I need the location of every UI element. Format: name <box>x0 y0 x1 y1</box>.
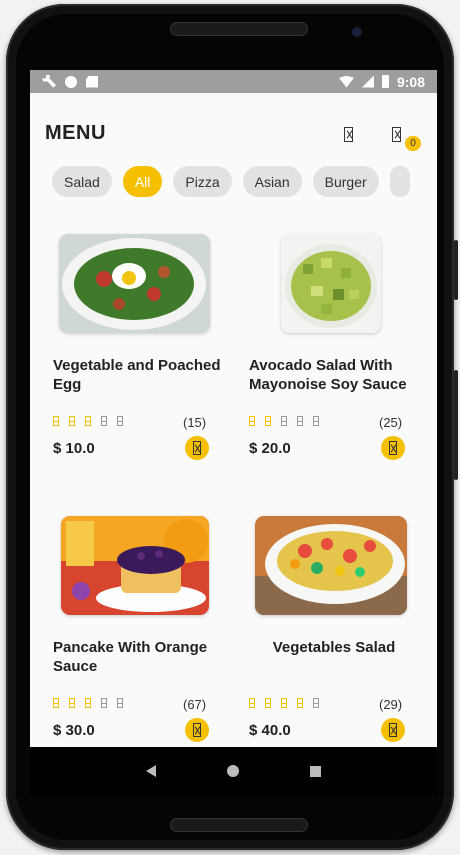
home-icon[interactable] <box>226 765 239 777</box>
app-header: MENU 0 <box>30 93 437 155</box>
rating-stars <box>249 416 319 426</box>
star-icon <box>281 698 287 708</box>
wifi-icon <box>338 75 354 88</box>
category-chip-salad[interactable]: Salad <box>52 166 112 197</box>
star-icon <box>85 416 91 426</box>
product-image-avocado-salad[interactable] <box>281 234 381 333</box>
page-title: MENU <box>45 122 106 144</box>
rating-stars <box>249 698 319 708</box>
star-icon <box>297 698 303 708</box>
system-nav-bar <box>30 747 437 795</box>
product-card[interactable]: Avocado Salad With Mayonoise Soy Sauce (… <box>249 234 429 484</box>
category-chip-pizza[interactable]: Pizza <box>173 166 232 197</box>
product-price: $ 30.0 <box>53 722 95 739</box>
product-name: Vegetable and Poached Egg <box>53 357 221 393</box>
add-to-cart-button[interactable] <box>381 718 405 742</box>
cart-icon <box>193 441 201 455</box>
app-screen: 9:08 MENU 0 Salad All Pizza Asian Burger <box>30 70 437 747</box>
review-count: (15) <box>183 415 207 430</box>
category-chip-all[interactable]: All <box>122 166 163 197</box>
star-icon <box>281 416 287 426</box>
rating-stars <box>53 698 123 708</box>
sd-card-icon <box>86 75 98 88</box>
cart-icon <box>389 723 397 737</box>
cart-icon <box>389 441 397 455</box>
category-chips: Salad All Pizza Asian Burger <box>52 166 437 197</box>
star-icon <box>249 698 255 708</box>
star-icon <box>53 698 59 708</box>
cart-icon <box>193 723 201 737</box>
rating-stars <box>53 416 123 426</box>
cart-count-badge: 0 <box>405 136 421 151</box>
product-card-details: (29) $ 40.0 <box>249 516 429 747</box>
star-icon <box>53 416 59 426</box>
product-price: $ 10.0 <box>53 440 95 457</box>
add-to-cart-button[interactable] <box>381 436 405 460</box>
power-button <box>454 370 458 480</box>
volume-button <box>454 240 458 300</box>
bottom-speaker <box>170 818 308 832</box>
category-chip-burger[interactable]: Burger <box>312 166 379 197</box>
front-camera <box>352 27 362 37</box>
status-time: 9:08 <box>396 73 425 90</box>
star-icon <box>85 698 91 708</box>
product-card[interactable]: Vegetable and Poached Egg (15) $ 10.0 <box>53 234 233 484</box>
search-icon[interactable] <box>344 127 353 142</box>
product-price: $ 40.0 <box>249 722 291 739</box>
product-image-poached-egg[interactable] <box>59 234 210 333</box>
category-chip-more[interactable] <box>389 166 410 197</box>
star-icon <box>101 698 107 708</box>
star-icon <box>297 416 303 426</box>
product-name: Avocado Salad With Mayonoise Soy Sauce <box>249 357 407 393</box>
back-icon[interactable] <box>145 765 156 777</box>
star-icon <box>117 416 123 426</box>
star-icon <box>313 698 319 708</box>
product-card-details: (67) $ 30.0 <box>53 516 233 747</box>
star-icon <box>249 416 255 426</box>
star-icon <box>69 416 75 426</box>
add-to-cart-button[interactable] <box>185 718 209 742</box>
star-icon <box>101 416 107 426</box>
recents-icon[interactable] <box>310 765 322 777</box>
wrench-icon <box>42 74 56 88</box>
cart-icon[interactable] <box>392 127 401 142</box>
product-price: $ 20.0 <box>249 440 291 457</box>
review-count: (67) <box>183 697 207 712</box>
star-icon <box>313 416 319 426</box>
star-icon <box>265 698 271 708</box>
circle-icon <box>65 75 77 88</box>
star-icon <box>69 698 75 708</box>
add-to-cart-button[interactable] <box>185 436 209 460</box>
battery-icon <box>381 75 389 88</box>
category-chip-asian[interactable]: Asian <box>242 166 302 197</box>
signal-icon <box>361 75 374 88</box>
top-speaker <box>170 22 308 36</box>
status-bar: 9:08 <box>30 70 437 93</box>
review-count: (25) <box>379 415 403 430</box>
review-count: (29) <box>379 697 403 712</box>
star-icon <box>265 416 271 426</box>
star-icon <box>117 698 123 708</box>
